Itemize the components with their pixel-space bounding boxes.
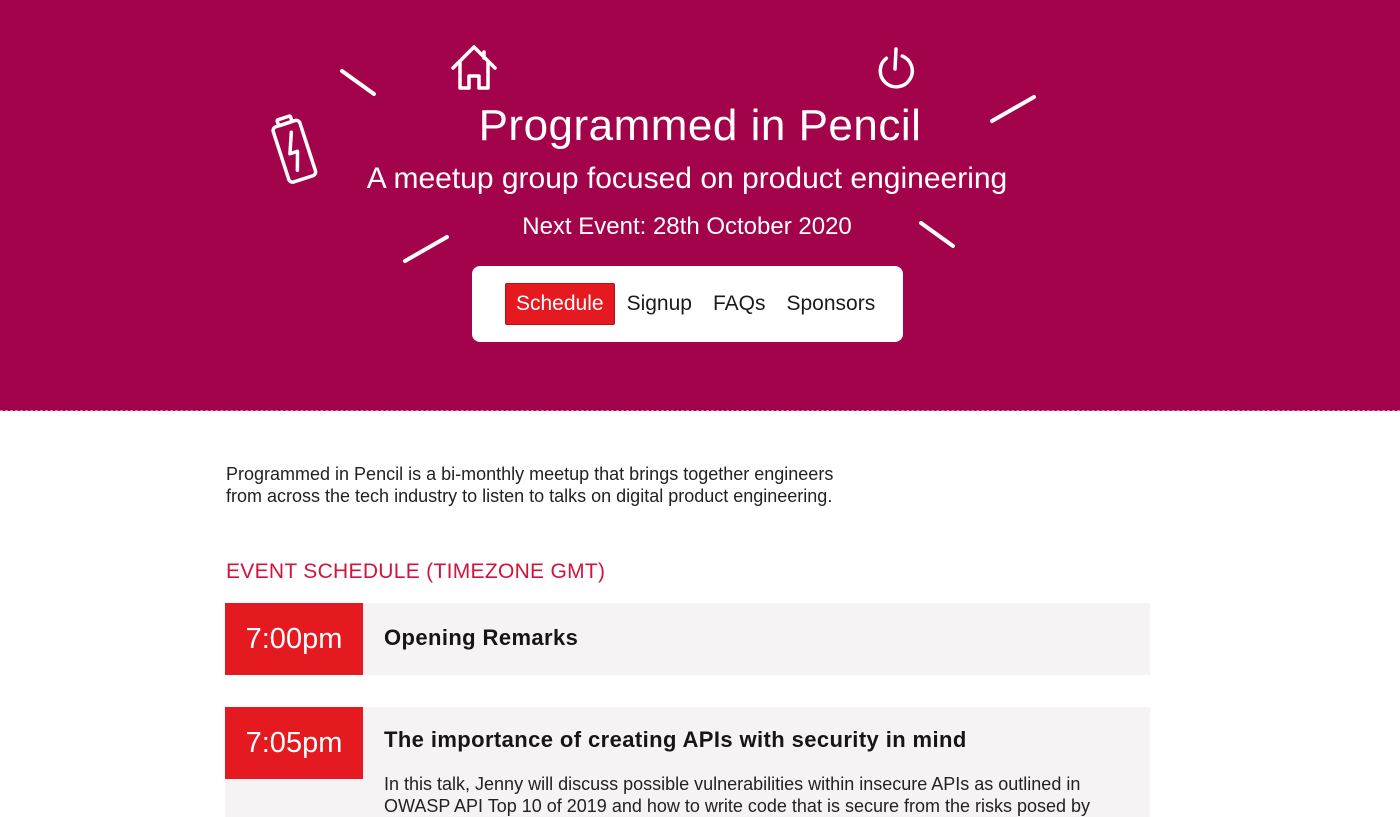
schedule-heading: EVENT SCHEDULE (TIMEZONE GMT) (226, 560, 606, 583)
nav-item-schedule[interactable]: Schedule (505, 283, 615, 325)
slot-time: 7:05pm (225, 707, 363, 779)
house-icon (451, 45, 497, 90)
site-subtitle: A meetup group focused on product engine… (366, 162, 1008, 195)
intro-text: Programmed in Pencil is a bi-monthly mee… (226, 464, 834, 506)
slot-time: 7:00pm (225, 603, 363, 675)
site-title: Programmed in Pencil (478, 101, 922, 150)
nav-item-signup[interactable]: Signup (617, 284, 702, 324)
schedule-slot: 7:00pm Opening Remarks (225, 603, 1150, 675)
slot-description: In this talk, Jenny will discuss possibl… (384, 774, 1091, 816)
next-event-date: Next Event: 28th October 2020 (522, 213, 852, 240)
slot-title: Opening Remarks (384, 625, 579, 650)
decorative-stroke-icon (340, 69, 376, 96)
slot-title: The importance of creating APIs with sec… (384, 727, 967, 752)
main-nav: Schedule Signup FAQs Sponsors (472, 266, 903, 342)
nav-item-sponsors[interactable]: Sponsors (776, 284, 885, 324)
power-icon (878, 47, 914, 89)
hero-banner: Programmed in Pencil A meetup group focu… (0, 0, 1400, 411)
schedule-slot: 7:05pm The importance of creating APIs w… (225, 707, 1150, 817)
nav-item-faqs[interactable]: FAQs (703, 284, 776, 324)
